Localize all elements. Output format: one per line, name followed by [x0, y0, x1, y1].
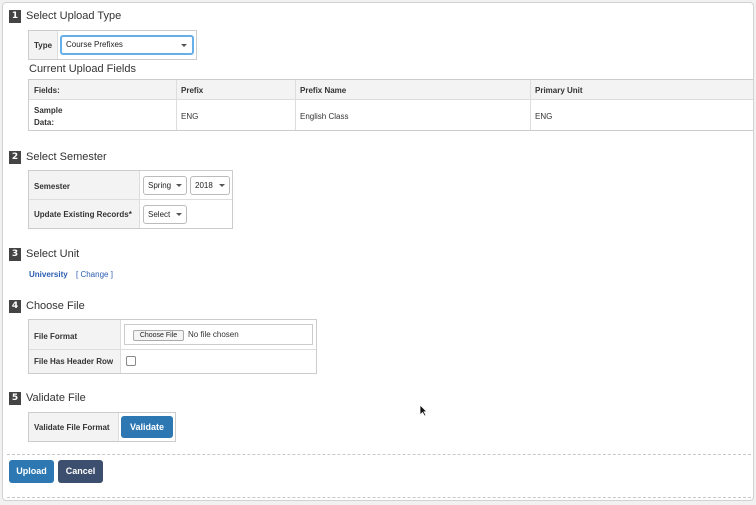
file-has-header-row-label: File Has Header Row: [34, 357, 114, 366]
current-upload-fields-heading: Current Upload Fields: [29, 63, 136, 75]
step-3-title: Select Unit: [26, 248, 80, 260]
step-5-title: Validate File: [26, 392, 86, 404]
semester-term-select[interactable]: Spring: [143, 176, 187, 195]
step-1-title: Select Upload Type: [26, 10, 122, 22]
semester-box: Semester Update Existing Records* Spring…: [28, 170, 233, 229]
step-5-number: 5: [9, 392, 21, 405]
upload-fields-table: Fields: Prefix Prefix Name Primary Unit …: [28, 79, 753, 131]
table-header-fields: Fields:: [34, 86, 60, 95]
sample-data-label-line2: Data:: [34, 118, 55, 127]
step-2-title: Select Semester: [26, 151, 107, 163]
mouse-cursor-icon: [419, 404, 428, 417]
step-2-number: 2: [9, 151, 21, 164]
type-label: Type: [34, 41, 53, 50]
update-existing-records-label: Update Existing Records*: [34, 210, 132, 219]
step-3-number: 3: [9, 248, 21, 261]
chevron-down-icon: [176, 213, 182, 216]
chevron-down-icon: [219, 184, 225, 187]
step-4-title: Choose File: [26, 300, 85, 312]
bottom-divider: [7, 497, 751, 498]
table-header-primary-unit: Primary Unit: [535, 86, 583, 95]
table-header-prefix: Prefix: [181, 86, 204, 95]
update-existing-records-value: Select: [148, 210, 171, 219]
semester-term-value: Spring: [148, 181, 172, 190]
chevron-down-icon: [181, 44, 187, 47]
step-4-number: 4: [9, 300, 21, 313]
sample-prefix-name: English Class: [300, 112, 349, 121]
sample-data-label-line1: Sample: [34, 106, 63, 115]
no-file-chosen-text: No file chosen: [188, 330, 239, 339]
upload-button[interactable]: Upload: [9, 460, 54, 483]
step-1-number: 1: [9, 10, 21, 23]
semester-year-select[interactable]: 2018: [190, 176, 230, 195]
validate-file-format-label: Validate File Format: [34, 423, 110, 432]
table-header-prefix-name: Prefix Name: [300, 86, 347, 95]
upload-panel: 1 Select Upload Type Type Course Prefixe…: [2, 2, 754, 501]
table-header-row: [29, 80, 753, 100]
file-format-label: File Format: [34, 332, 78, 341]
header-row-checkbox[interactable]: [126, 356, 136, 366]
actions-divider: [7, 454, 751, 455]
selected-unit-name: University: [29, 270, 68, 279]
chevron-down-icon: [176, 184, 182, 187]
choose-file-button[interactable]: Choose File: [133, 330, 184, 341]
file-input[interactable]: Choose File No file chosen: [124, 324, 313, 345]
semester-label: Semester: [34, 182, 71, 191]
validate-file-box: Validate File Format Validate: [28, 412, 176, 442]
upload-type-select-value: Course Prefixes: [66, 40, 123, 49]
update-existing-records-select[interactable]: Select: [143, 205, 187, 224]
validate-button[interactable]: Validate: [121, 416, 173, 438]
upload-type-box: Type Course Prefixes: [28, 30, 197, 60]
cancel-button[interactable]: Cancel: [58, 460, 103, 483]
choose-file-box: File Format File Has Header Row Choose F…: [28, 319, 317, 374]
semester-year-value: 2018: [195, 181, 213, 190]
sample-primary-unit: ENG: [535, 112, 553, 121]
upload-type-select[interactable]: Course Prefixes: [60, 35, 194, 55]
sample-prefix: ENG: [181, 112, 199, 121]
change-unit-link[interactable]: [ Change ]: [76, 270, 113, 279]
